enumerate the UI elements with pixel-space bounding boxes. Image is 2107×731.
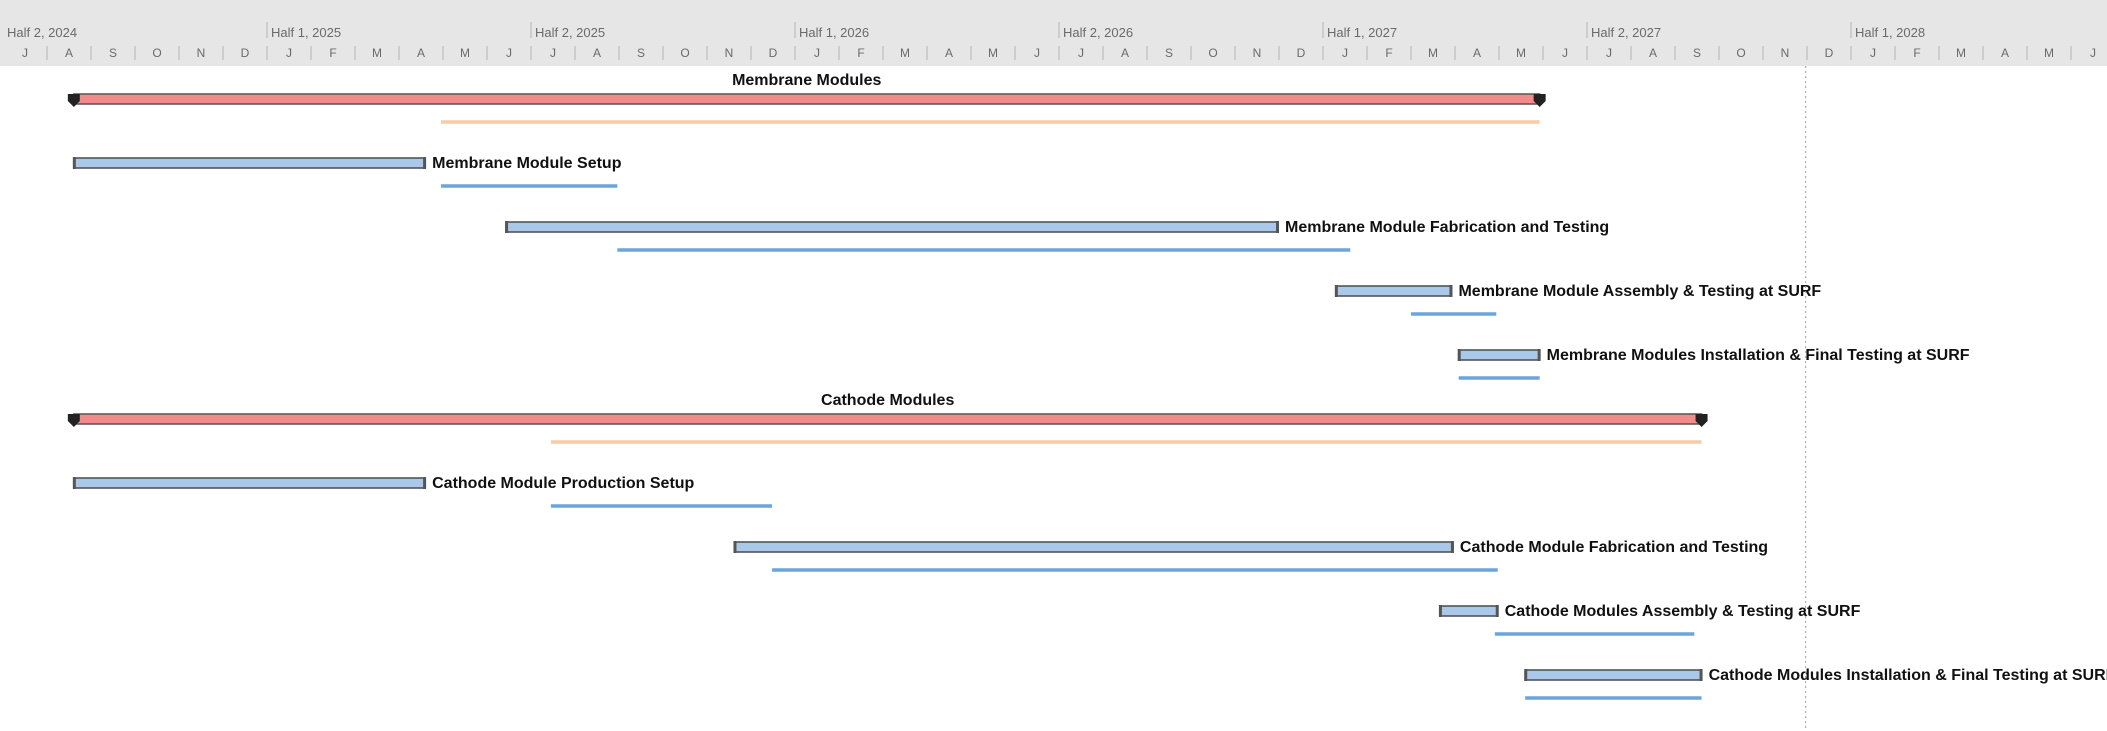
task-bar-start-cap (72, 477, 76, 489)
month-label: M (372, 46, 382, 60)
half-year-label: Half 1, 2026 (799, 25, 869, 40)
month-label: J (2090, 46, 2096, 60)
month-label: D (1297, 46, 1306, 60)
task-bar (505, 221, 1279, 233)
month-label: O (152, 46, 161, 60)
month-label: A (1121, 46, 1129, 60)
task-bar (1524, 669, 1703, 681)
summary-endcap (67, 414, 80, 427)
month-label: J (22, 46, 28, 60)
task-bar-end-cap (1699, 669, 1703, 681)
month-label: S (109, 46, 117, 60)
half-year-label: Half 1, 2025 (271, 25, 341, 40)
month-label: J (286, 46, 292, 60)
month-label: N (725, 46, 734, 60)
month-label: J (1606, 46, 1612, 60)
task-label: Membrane Module Fabrication and Testing (1285, 219, 1609, 236)
summary-endcap (1533, 94, 1546, 107)
task-bar-start-cap (733, 541, 737, 553)
summary-bar (73, 93, 1541, 105)
month-label: N (1781, 46, 1790, 60)
task-label: Membrane Module Setup (432, 155, 622, 172)
task-bar-end-cap (423, 477, 427, 489)
month-label: M (988, 46, 998, 60)
month-label: J (1034, 46, 1040, 60)
month-label: J (506, 46, 512, 60)
task-label: Cathode Modules Assembly & Testing at SU… (1505, 603, 1861, 620)
month-label: N (1253, 46, 1262, 60)
gantt-chart: Half 2, 2024 Half 1, 2025 Half 2, 2025 Half… (0, 0, 2107, 731)
task-bar-end-cap (1537, 349, 1541, 361)
month-label: A (417, 46, 425, 60)
task-bar-start-cap (1457, 349, 1461, 361)
summary-label: Membrane Modules (732, 72, 881, 89)
task-label: Cathode Module Fabrication and Testing (1460, 539, 1768, 556)
task-bar-start-cap (1524, 669, 1528, 681)
half-year-label: Half 2, 2027 (1591, 25, 1661, 40)
task-bar (733, 541, 1454, 553)
month-label: A (1473, 46, 1481, 60)
month-label: M (1428, 46, 1438, 60)
task-label: Membrane Module Assembly & Testing at SU… (1458, 283, 1821, 300)
task-label: Membrane Modules Installation & Final Te… (1547, 347, 1970, 364)
task-bar-start-cap (1334, 285, 1338, 297)
task-bar (73, 157, 426, 169)
task-bar-start-cap (505, 221, 509, 233)
task-bar-end-cap (1449, 285, 1453, 297)
month-label: F (1385, 46, 1392, 60)
month-label: A (945, 46, 953, 60)
month-label: J (550, 46, 556, 60)
task-bar (73, 477, 426, 489)
month-label: A (2001, 46, 2009, 60)
month-label: J (814, 46, 820, 60)
month-label: M (900, 46, 910, 60)
half-year-label: Half 2, 2025 (535, 25, 605, 40)
month-label: M (1956, 46, 1966, 60)
task-bar (1335, 285, 1453, 297)
month-label: D (769, 46, 778, 60)
month-label: A (65, 46, 73, 60)
month-label: S (1693, 46, 1701, 60)
month-label: M (1516, 46, 1526, 60)
month-label: F (857, 46, 864, 60)
month-label: J (1870, 46, 1876, 60)
month-label: S (1165, 46, 1173, 60)
task-label: Cathode Module Production Setup (432, 475, 694, 492)
half-year-label: Half 2, 2024 (7, 25, 77, 40)
task-bar-end-cap (423, 157, 427, 169)
month-label: A (1649, 46, 1657, 60)
task-label: Cathode Modules Installation & Final Tes… (1709, 667, 2107, 684)
summary-endcap (1695, 414, 1708, 427)
summary-bar (73, 413, 1703, 425)
month-label: D (1825, 46, 1834, 60)
month-label: F (329, 46, 336, 60)
task-bars (67, 93, 1708, 681)
month-label: N (197, 46, 206, 60)
task-bar (1439, 605, 1499, 617)
month-label: D (241, 46, 250, 60)
half-year-label: Half 1, 2028 (1855, 25, 1925, 40)
month-label: J (1342, 46, 1348, 60)
month-label: O (680, 46, 689, 60)
summary-label: Cathode Modules (821, 392, 954, 409)
month-label: A (593, 46, 601, 60)
task-labels: Membrane Modules Membrane Module Setup Mem… (432, 72, 2107, 684)
summary-endcap (67, 94, 80, 107)
month-label: O (1208, 46, 1217, 60)
month-label: O (1736, 46, 1745, 60)
half-year-label: Half 2, 2026 (1063, 25, 1133, 40)
task-bar-end-cap (1276, 221, 1280, 233)
month-label: M (2044, 46, 2054, 60)
task-bar (1457, 349, 1541, 361)
task-bar-end-cap (1495, 605, 1499, 617)
task-bar-start-cap (72, 157, 76, 169)
task-bar-start-cap (1438, 605, 1442, 617)
month-label: S (637, 46, 645, 60)
month-label: F (1913, 46, 1920, 60)
month-label: M (460, 46, 470, 60)
month-label: J (1078, 46, 1084, 60)
task-bar-end-cap (1450, 541, 1454, 553)
month-label: J (1562, 46, 1568, 60)
half-year-label: Half 1, 2027 (1327, 25, 1397, 40)
